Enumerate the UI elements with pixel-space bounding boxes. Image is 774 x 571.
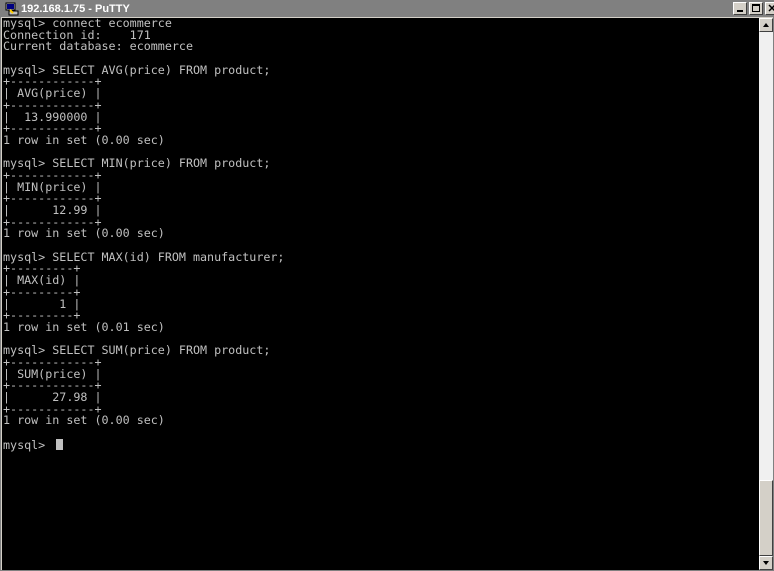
terminal-line: 1 row in set (0.00 sec) <box>3 132 165 147</box>
vertical-scrollbar[interactable] <box>759 18 773 570</box>
terminal-area[interactable]: mysql> connect ecommerce Connection id: 1… <box>2 18 759 570</box>
arrow-up-icon <box>763 23 769 27</box>
window-controls <box>733 2 774 16</box>
maximize-icon <box>752 4 760 12</box>
putty-window: 192.168.1.75 - PuTTY mysql> connect ecom… <box>0 0 774 571</box>
minimize-icon <box>737 10 743 12</box>
scroll-up-button[interactable] <box>759 18 773 32</box>
terminal-line: 1 row in set (0.00 sec) <box>3 226 165 241</box>
close-button[interactable] <box>765 2 774 15</box>
maximize-button[interactable] <box>749 2 763 15</box>
terminal-line: Current database: ecommerce <box>3 39 193 54</box>
minimize-button[interactable] <box>733 2 747 15</box>
close-icon <box>768 4 774 12</box>
terminal-line: 1 row in set (0.00 sec) <box>3 413 165 428</box>
putty-icon <box>5 2 19 16</box>
terminal-line: 1 row in set (0.01 sec) <box>3 319 165 334</box>
cursor-block <box>56 438 64 450</box>
terminal-output: mysql> connect ecommerce Connection id: 1… <box>3 18 284 450</box>
scrollbar-thumb[interactable] <box>759 480 773 556</box>
window-title: 192.168.1.75 - PuTTY <box>21 3 130 15</box>
title-bar[interactable]: 192.168.1.75 - PuTTY <box>1 1 774 17</box>
arrow-down-icon <box>763 561 769 565</box>
terminal-line: mysql> <box>3 438 284 450</box>
scroll-down-button[interactable] <box>759 556 773 570</box>
